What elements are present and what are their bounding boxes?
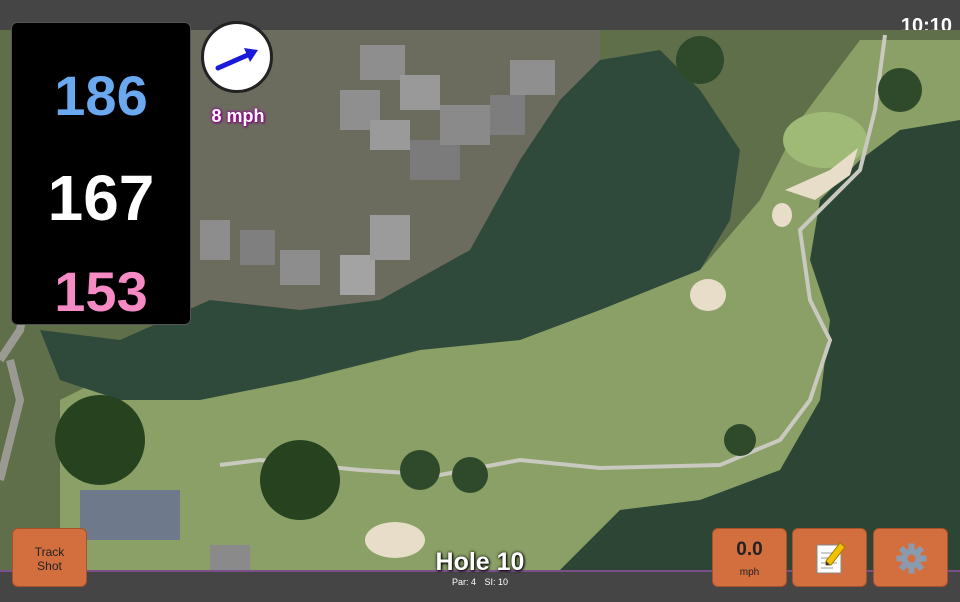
house — [360, 45, 405, 80]
notes-button[interactable] — [792, 528, 867, 587]
wind-indicator — [201, 21, 273, 93]
speed-unit: mph — [739, 567, 760, 578]
distance-panel: 186 167 153 — [11, 22, 191, 325]
bunker — [690, 279, 726, 311]
middle-distance: 167 — [47, 162, 155, 234]
speed-value: 0.0 — [736, 539, 763, 560]
tree — [260, 440, 340, 520]
house — [370, 120, 410, 150]
house — [510, 60, 555, 95]
gear-icon — [896, 543, 927, 574]
house — [80, 490, 180, 540]
house — [490, 95, 525, 135]
tree — [452, 457, 488, 493]
wind-speed: 8 mph — [211, 106, 265, 126]
hole-title: Hole 10 — [435, 548, 525, 576]
house — [200, 220, 230, 260]
hole-par: Par: 4 — [451, 577, 476, 587]
house — [370, 215, 410, 260]
speed-button[interactable]: 0.0 mph — [712, 528, 787, 587]
house — [340, 255, 375, 295]
tree — [55, 395, 145, 485]
house — [410, 140, 460, 180]
house — [400, 75, 440, 110]
track-shot-button[interactable]: Track Shot — [12, 528, 87, 587]
arrow-icon — [215, 48, 258, 71]
settings-button[interactable] — [873, 528, 948, 587]
track-shot-label: Track Shot — [34, 545, 65, 573]
house — [440, 105, 490, 145]
tree — [676, 36, 724, 84]
tree — [400, 450, 440, 490]
hole-details: Par: 4 SI: 10 — [380, 577, 580, 587]
house — [240, 230, 275, 265]
notepad-icon — [816, 542, 846, 574]
back-distance: 186 — [54, 64, 148, 127]
house — [210, 545, 250, 570]
bunker — [772, 203, 792, 227]
tree — [724, 424, 756, 456]
front-distance: 153 — [54, 260, 148, 323]
hole-stroke-index: SI: 10 — [484, 577, 509, 587]
tree — [878, 68, 922, 112]
house — [280, 250, 320, 285]
